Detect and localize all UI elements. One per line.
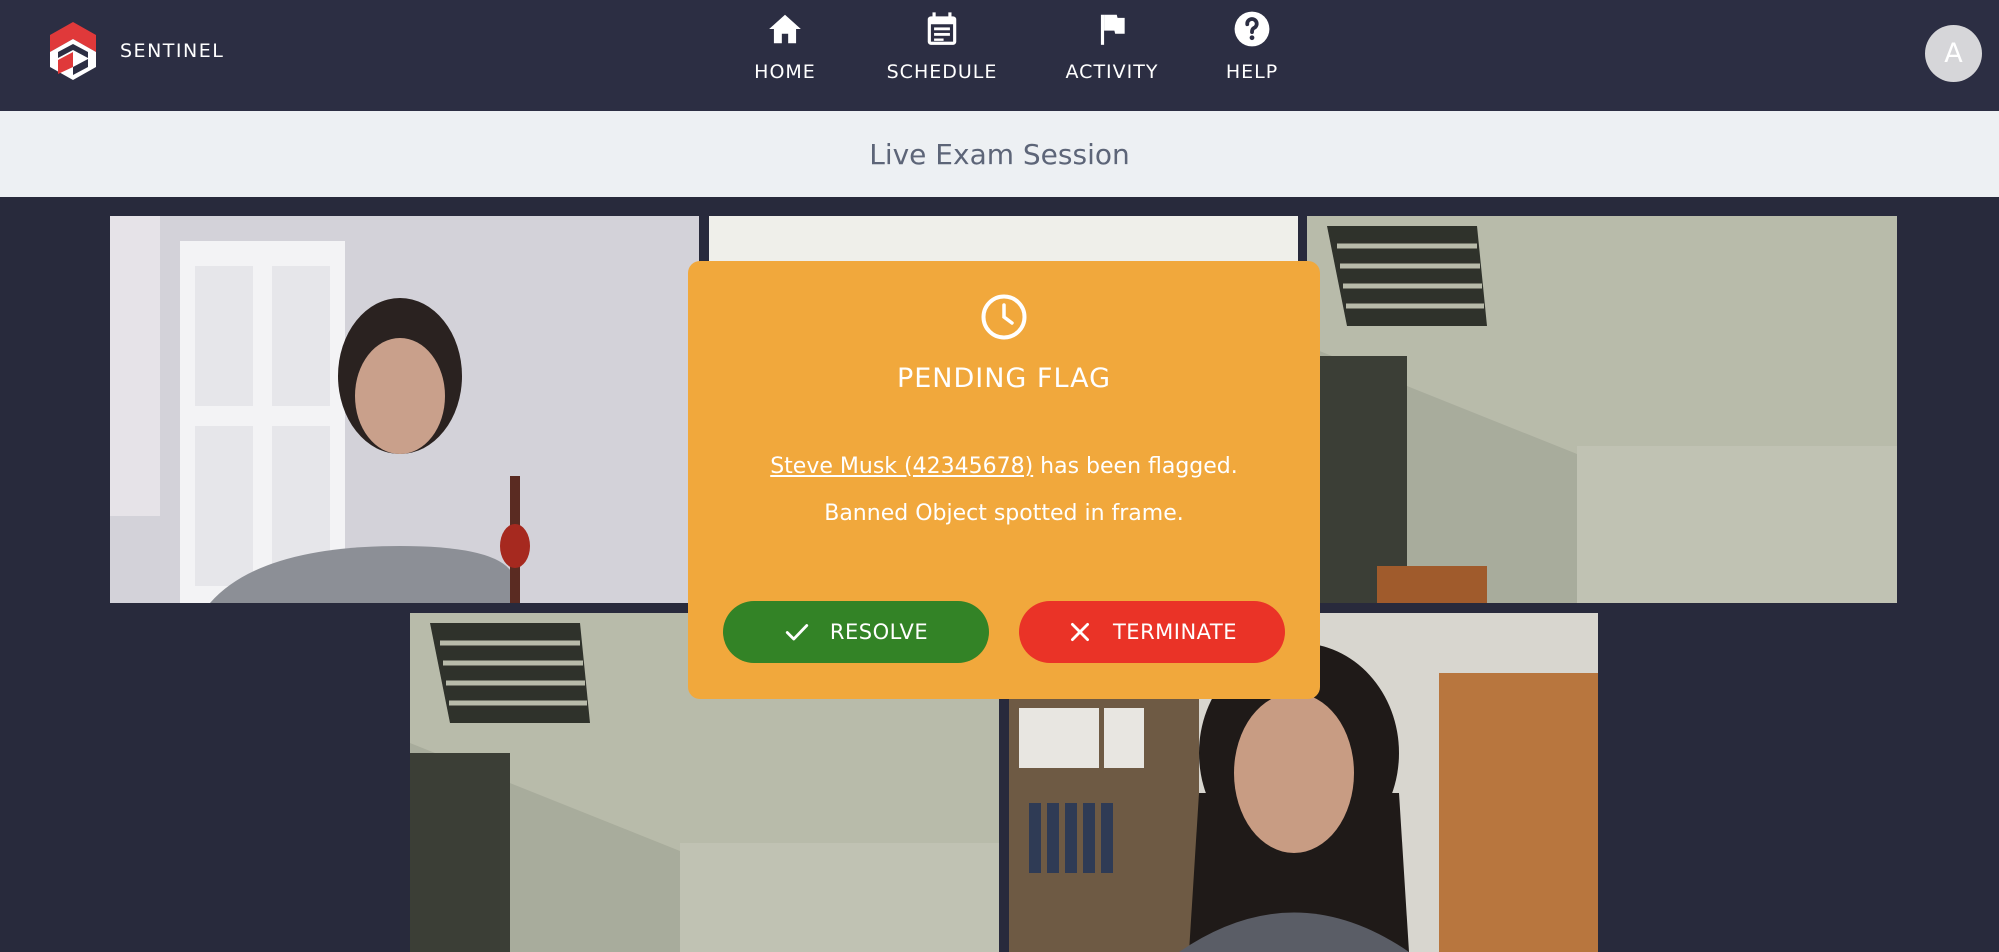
flagged-student-link[interactable]: Steve Musk (42345678) <box>770 454 1033 479</box>
flag-message: Steve Musk (42345678) has been flagged. <box>770 454 1238 479</box>
dialog-actions: RESOLVE TERMINATE <box>723 601 1285 663</box>
nav-label-help: HELP <box>1225 61 1279 83</box>
terminate-button[interactable]: TERMINATE <box>1019 601 1285 663</box>
video-feed-1[interactable] <box>110 216 699 603</box>
flag-text: has been flagged. <box>1033 454 1238 479</box>
terminate-label: TERMINATE <box>1112 620 1238 644</box>
help-icon <box>1234 11 1270 47</box>
calendar-icon <box>927 12 957 45</box>
home-icon <box>769 14 801 44</box>
nav-item-schedule[interactable]: SCHEDULE <box>882 10 1002 100</box>
flag-icon <box>1100 14 1125 45</box>
close-icon <box>1070 623 1089 641</box>
flag-reason: Banned Object spotted in frame. <box>824 501 1184 526</box>
nav-label-home: HOME <box>754 61 816 83</box>
resolve-button[interactable]: RESOLVE <box>723 601 989 663</box>
clock-icon <box>981 294 1027 340</box>
user-avatar[interactable]: A <box>1925 25 1982 82</box>
pending-flag-dialog: PENDING FLAG Steve Musk (42345678) has b… <box>688 261 1320 699</box>
page-title: Live Exam Session <box>869 137 1130 171</box>
nav-label-schedule: SCHEDULE <box>886 61 998 83</box>
dialog-title: PENDING FLAG <box>896 363 1112 394</box>
page-header: Live Exam Session <box>0 111 1999 197</box>
video-feed-3[interactable] <box>1307 216 1897 603</box>
nav-item-home[interactable]: HOME <box>750 10 820 100</box>
main-nav: HOME SCHEDULE ACTIVITY HELP <box>0 0 1999 111</box>
top-navigation-bar: SENTINEL HOME SCHEDULE ACTIVITY HELP A <box>0 0 1999 111</box>
webcam-feed-image <box>1307 216 1897 603</box>
webcam-feed-image <box>110 216 699 603</box>
check-icon <box>785 624 809 641</box>
nav-item-activity[interactable]: ACTIVITY <box>1063 10 1161 100</box>
nav-item-help[interactable]: HELP <box>1221 10 1283 100</box>
resolve-label: RESOLVE <box>829 620 929 644</box>
nav-label-activity: ACTIVITY <box>1065 61 1159 83</box>
